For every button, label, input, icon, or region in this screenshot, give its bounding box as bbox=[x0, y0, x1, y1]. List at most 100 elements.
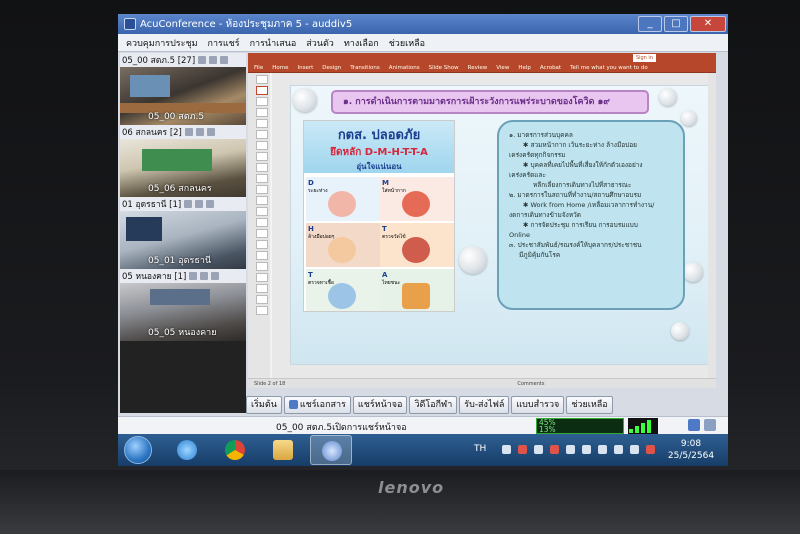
poster-tagline: อุ่นใจแน่นอน bbox=[356, 162, 402, 171]
signin-button[interactable]: Sign in bbox=[632, 54, 656, 62]
ribbon-tab-animations[interactable]: Animations bbox=[389, 65, 420, 71]
menu-options[interactable]: ทางเลือก bbox=[344, 36, 379, 50]
survey-button[interactable]: แบบสำรวจ bbox=[511, 396, 565, 414]
tray-icon[interactable] bbox=[518, 445, 527, 454]
slide-counter: Slide 2 of 18 bbox=[254, 380, 286, 387]
ribbon-tab-acrobat[interactable]: Acrobat bbox=[540, 65, 561, 71]
action-center-icon[interactable] bbox=[646, 445, 655, 454]
slide-thumbnail[interactable] bbox=[256, 229, 268, 238]
video-button[interactable]: วิดีโอกีฬา bbox=[409, 396, 458, 414]
taskbar-ie[interactable] bbox=[166, 435, 208, 465]
slide-thumbnail[interactable] bbox=[256, 97, 268, 106]
tile-testing: T ตรวจหาเชื้อ bbox=[306, 269, 380, 311]
menu-bar: ควบคุมการประชุม การแชร์ การนำเสนอ ส่วนตั… bbox=[118, 34, 728, 52]
slide-thumbnail[interactable] bbox=[256, 262, 268, 271]
ribbon-tab-help[interactable]: Help bbox=[518, 65, 531, 71]
participant-header[interactable]: 01 อุดรธานี [1] bbox=[120, 197, 246, 211]
tray-icon[interactable] bbox=[598, 445, 607, 454]
signal-bars-icon bbox=[628, 418, 658, 434]
file-transfer-button[interactable]: รับ-ส่งไฟล์ bbox=[459, 396, 510, 414]
tray-icon[interactable] bbox=[582, 445, 591, 454]
participant-header[interactable]: 06 สกลนคร [2] bbox=[120, 125, 246, 139]
status-bar: 05_00 สตภ.5เปิดการแชร์หน้าจอ 45% 13% bbox=[118, 416, 728, 434]
slide-thumbnail[interactable] bbox=[256, 185, 268, 194]
ribbon-tab-transitions[interactable]: Transitions bbox=[350, 65, 379, 71]
ribbon-tab-insert[interactable]: Insert bbox=[297, 65, 313, 71]
slide-thumbnail[interactable] bbox=[256, 251, 268, 260]
slide-thumbnail[interactable] bbox=[256, 273, 268, 282]
ribbon-tab-file[interactable]: File bbox=[254, 65, 263, 71]
cpu-meter: 45% 13% bbox=[536, 418, 624, 434]
tray-icon[interactable] bbox=[502, 445, 511, 454]
share-screen-button[interactable]: แชร์หน้าจอ bbox=[352, 396, 408, 414]
participant-label: 05_06 สกลนคร bbox=[148, 184, 212, 194]
tray-icon[interactable] bbox=[550, 445, 559, 454]
slide-thumbnail[interactable] bbox=[256, 306, 268, 315]
participant-header[interactable]: 05_00 สตภ.5 [27] bbox=[120, 53, 246, 67]
slide-thumbnail[interactable] bbox=[256, 163, 268, 172]
menu-presentation[interactable]: การนำเสนอ bbox=[250, 36, 297, 50]
help-button[interactable]: ช่วยเหลือ bbox=[566, 396, 613, 414]
tray-icon[interactable] bbox=[566, 445, 575, 454]
comments-button[interactable]: Comments bbox=[517, 381, 544, 387]
slide-thumbnail[interactable] bbox=[256, 119, 268, 128]
slide-thumbnail[interactable] bbox=[256, 130, 268, 139]
start-button[interactable]: เริ่มต้น bbox=[246, 396, 282, 414]
info-icon[interactable] bbox=[688, 419, 700, 431]
taskbar-acuconference[interactable] bbox=[310, 435, 352, 465]
ribbon-tab-view[interactable]: View bbox=[496, 65, 509, 71]
slide-thumbnail[interactable] bbox=[256, 108, 268, 117]
slide-thumbnail[interactable] bbox=[256, 174, 268, 183]
tray-icon[interactable] bbox=[534, 445, 543, 454]
bubble-decoration bbox=[459, 246, 487, 274]
app-icon bbox=[124, 18, 136, 30]
measure-line: ๓. ประชาสัมพันธ์/รณรงค์ให้บุคลากร/ประชาช… bbox=[509, 241, 642, 249]
slide-scrollbar[interactable] bbox=[708, 73, 716, 378]
settings-icon[interactable] bbox=[704, 419, 716, 431]
slide-thumbnail[interactable] bbox=[256, 152, 268, 161]
slide-canvas[interactable]: ๑. การดำเนินการตามมาตรการเฝ้าระวังการแพร… bbox=[272, 73, 716, 378]
slide-thumbnail[interactable] bbox=[256, 284, 268, 293]
measure-line: ๑. มาตรการส่วนบุคคล bbox=[509, 131, 573, 139]
menu-personal[interactable]: ส่วนตัว bbox=[306, 36, 334, 50]
slide-thumbnail[interactable] bbox=[256, 196, 268, 205]
slide-thumbnail[interactable] bbox=[256, 240, 268, 249]
participant-video[interactable]: 05_01 อุดรธานี bbox=[120, 211, 246, 269]
ribbon-tab-review[interactable]: Review bbox=[468, 65, 488, 71]
maximize-button[interactable]: □ bbox=[664, 16, 688, 32]
participant-video[interactable]: 05_05 หนองคาย bbox=[120, 283, 246, 341]
slide-thumbnail[interactable] bbox=[256, 141, 268, 150]
share-document-button[interactable]: แชร์เอกสาร bbox=[283, 396, 351, 414]
taskbar-chrome[interactable] bbox=[214, 435, 256, 465]
brand-logo: lenovo bbox=[378, 478, 445, 497]
taskbar-explorer[interactable] bbox=[262, 435, 304, 465]
slide-thumbnail[interactable] bbox=[256, 218, 268, 227]
start-orb-icon[interactable] bbox=[124, 436, 152, 464]
window-title: AcuConference - ห้องประชุมภาค 5 - auddiv… bbox=[140, 18, 353, 30]
tell-me-search[interactable]: Tell me what you want to do bbox=[570, 65, 648, 71]
ribbon-tab-home[interactable]: Home bbox=[272, 65, 288, 71]
ribbon-tab-slideshow[interactable]: Slide Show bbox=[429, 65, 459, 71]
screen: AcuConference - ห้องประชุมภาค 5 - auddiv… bbox=[118, 14, 728, 466]
slide-thumbnail[interactable] bbox=[256, 86, 268, 95]
participant-video[interactable]: 05_06 สกลนคร bbox=[120, 139, 246, 197]
menu-sharing[interactable]: การแชร์ bbox=[208, 36, 240, 50]
menu-meeting-control[interactable]: ควบคุมการประชุม bbox=[126, 36, 198, 50]
participant-header[interactable]: 05 หนองคาย [1] bbox=[120, 269, 246, 283]
system-clock[interactable]: 9:08 25/5/2564 bbox=[666, 438, 716, 462]
video-screen-shape bbox=[130, 75, 170, 97]
ribbon-tab-design[interactable]: Design bbox=[322, 65, 341, 71]
minimize-button[interactable]: _ bbox=[638, 16, 662, 32]
menu-help[interactable]: ช่วยเหลือ bbox=[389, 36, 425, 50]
slide-thumbnail[interactable] bbox=[256, 295, 268, 304]
close-button[interactable]: ✕ bbox=[690, 16, 726, 32]
network-icon[interactable] bbox=[614, 445, 623, 454]
volume-icon[interactable] bbox=[630, 445, 639, 454]
slide-thumbnail[interactable] bbox=[256, 207, 268, 216]
poster-header: กตส. ปลอดภัย ยึดหลัก D-M-H-T-T-A อุ่นใจแ… bbox=[304, 121, 454, 173]
slide-thumbnail[interactable] bbox=[256, 75, 268, 84]
language-indicator[interactable]: TH bbox=[474, 444, 486, 454]
poster-subtitle: ยึดหลัก D-M-H-T-T-A bbox=[330, 147, 428, 158]
participant-video[interactable]: 05_00 สตภ.5 bbox=[120, 67, 246, 125]
slide: ๑. การดำเนินการตามมาตรการเฝ้าระวังการแพร… bbox=[290, 85, 710, 365]
